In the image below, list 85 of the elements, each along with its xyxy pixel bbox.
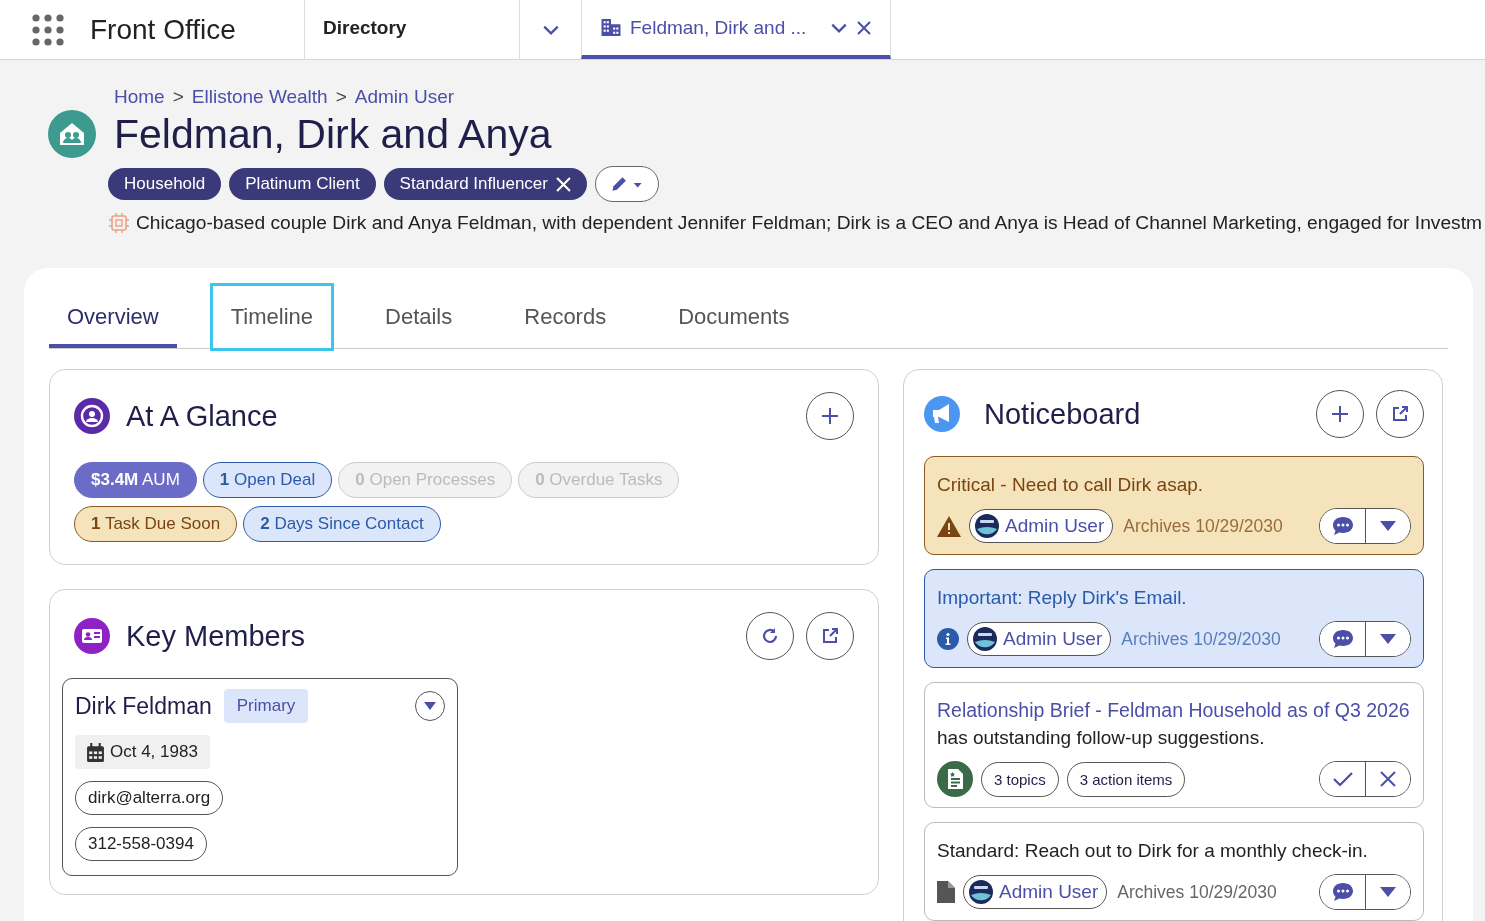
remove-icon[interactable]	[556, 176, 571, 192]
dropdown-button[interactable]	[1365, 875, 1410, 909]
caret-icon	[1380, 521, 1396, 531]
page-tab[interactable]: Details	[367, 286, 471, 348]
plus-icon	[1330, 404, 1350, 424]
primary-badge: Primary	[223, 689, 309, 723]
record-title: Feldman, Dirk and Anya	[114, 110, 552, 158]
page-tab[interactable]: Documents	[660, 286, 808, 348]
avatar-icon	[973, 627, 997, 651]
breadcrumb-separator: >	[172, 86, 184, 108]
refresh-icon	[760, 626, 780, 646]
refresh-button[interactable]	[746, 612, 794, 660]
megaphone-icon	[924, 396, 960, 432]
avatar-icon	[975, 514, 999, 538]
author-name: Admin User	[1003, 628, 1103, 650]
chip-icon	[108, 212, 130, 234]
breadcrumb-separator: >	[335, 86, 347, 108]
page-tab[interactable]: Records	[506, 286, 625, 348]
breadcrumb-link[interactable]: Admin User	[354, 86, 455, 108]
breadcrumb-link[interactable]: Home	[114, 86, 165, 108]
author-chip[interactable]: Admin User	[969, 509, 1114, 543]
caret-icon	[1380, 887, 1396, 897]
check-icon	[1332, 771, 1353, 787]
notice-text: Critical - Need to call Dirk asap.	[937, 473, 1205, 497]
tag-label: Platinum Client	[245, 174, 360, 194]
birthday-text: Oct 4, 1983	[110, 742, 198, 762]
app-title: Front Office	[90, 13, 237, 46]
dropdown-button[interactable]	[1365, 509, 1410, 543]
dashboard-icon	[74, 398, 110, 434]
open-external-button[interactable]	[806, 612, 854, 660]
panel-title: Key Members	[126, 619, 305, 653]
document-icon	[937, 881, 955, 903]
brief-description: Relationship Brief - Feldman Household as of Q3 2026 has outstanding follow-up suggestions.	[937, 698, 1411, 750]
panel-title: Noticeboard	[984, 397, 1141, 431]
caret-icon	[1380, 634, 1396, 644]
chat-icon	[1331, 882, 1354, 902]
tag-label: Standard Influencer	[399, 174, 548, 194]
add-button[interactable]	[1316, 390, 1364, 438]
author-name: Admin User	[999, 881, 1099, 903]
author-chip[interactable]: Admin User	[967, 622, 1112, 656]
tab-label: Feldman, Dirk and ...	[630, 16, 807, 39]
record-tab[interactable]: Feldman, Dirk and ...	[581, 0, 892, 59]
notice-text: Standard: Reach out to Dirk for a monthly check-in.	[937, 839, 1369, 863]
app-launcher-icon[interactable]	[32, 13, 64, 46]
contact-card-icon	[74, 618, 110, 654]
caret-icon	[424, 702, 436, 710]
chat-icon	[1331, 516, 1354, 536]
stat-chip[interactable]: $3.4M AUM	[74, 462, 197, 498]
building-icon	[600, 18, 622, 37]
summary-text: Chicago-based couple Dirk and Anya Feldman, with dependent Jennifer Feldman; Dirk is a CEO and Anya is Head of Channel Marketing, engaged for Investm	[136, 212, 1482, 234]
breadcrumb-link[interactable]: Ellistone Wealth	[191, 86, 328, 108]
stat-chip[interactable]: 2 Days Since Contact	[243, 506, 441, 542]
close-icon	[1380, 771, 1396, 787]
brief-link[interactable]: Relationship Brief - Feldman Household as of Q3 2026	[937, 699, 1410, 721]
chat-icon	[1331, 629, 1354, 649]
page-tab[interactable]: Timeline	[212, 286, 331, 348]
dropdown-button[interactable]	[1365, 622, 1410, 656]
plus-icon	[820, 406, 840, 426]
external-link-icon	[820, 626, 840, 646]
edit-tags-button[interactable]	[595, 166, 659, 202]
member-name[interactable]: Dirk Feldman	[75, 692, 212, 720]
dismiss-button[interactable]	[1365, 762, 1410, 796]
warning-icon	[937, 515, 961, 537]
author-chip[interactable]: Admin User	[963, 875, 1108, 909]
nav-tab[interactable]: Directory	[305, 0, 519, 59]
add-button[interactable]	[806, 392, 854, 440]
dropdown-button[interactable]	[415, 691, 445, 721]
document-icon	[937, 761, 973, 797]
stat-chip[interactable]: 1 Open Deal	[202, 462, 333, 498]
open-external-button[interactable]	[1376, 390, 1424, 438]
notice-text: Important: Reply Dirk's Email.	[937, 586, 1188, 610]
household-icon	[48, 110, 96, 158]
avatar-icon	[969, 880, 993, 904]
archive-date: Archives 10/29/2030	[1123, 515, 1283, 537]
archive-date: Archives 10/29/2030	[1121, 628, 1281, 650]
tag-label: Household	[124, 174, 206, 194]
panel-title: At A Glance	[126, 399, 278, 433]
page-tab[interactable]: Overview	[49, 286, 177, 348]
author-name: Admin User	[1005, 515, 1105, 537]
calendar-icon	[87, 742, 104, 762]
external-link-icon	[1390, 404, 1410, 424]
stat-chip[interactable]: 1 Task Due Soon	[74, 506, 238, 542]
info-icon	[937, 628, 959, 650]
archive-date: Archives 10/29/2030	[1117, 881, 1277, 903]
close-icon[interactable]	[856, 19, 873, 36]
